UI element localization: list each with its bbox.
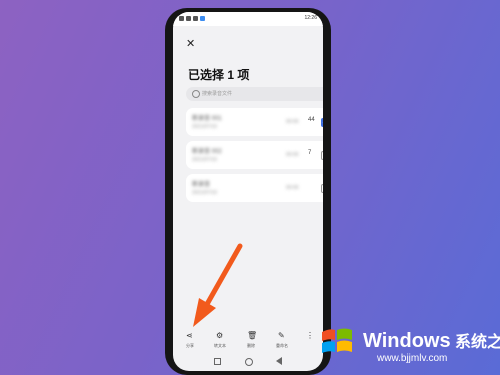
windows-logo-icon <box>322 328 352 353</box>
watermark-url: www.bjjmlv.com <box>377 353 448 364</box>
pointer-arrow <box>193 243 243 327</box>
watermark-title-cn: 系统之家 <box>455 334 500 351</box>
watermark-title-en: Windows <box>363 330 451 352</box>
watermark-title: Windows 系统之家 <box>363 328 500 353</box>
